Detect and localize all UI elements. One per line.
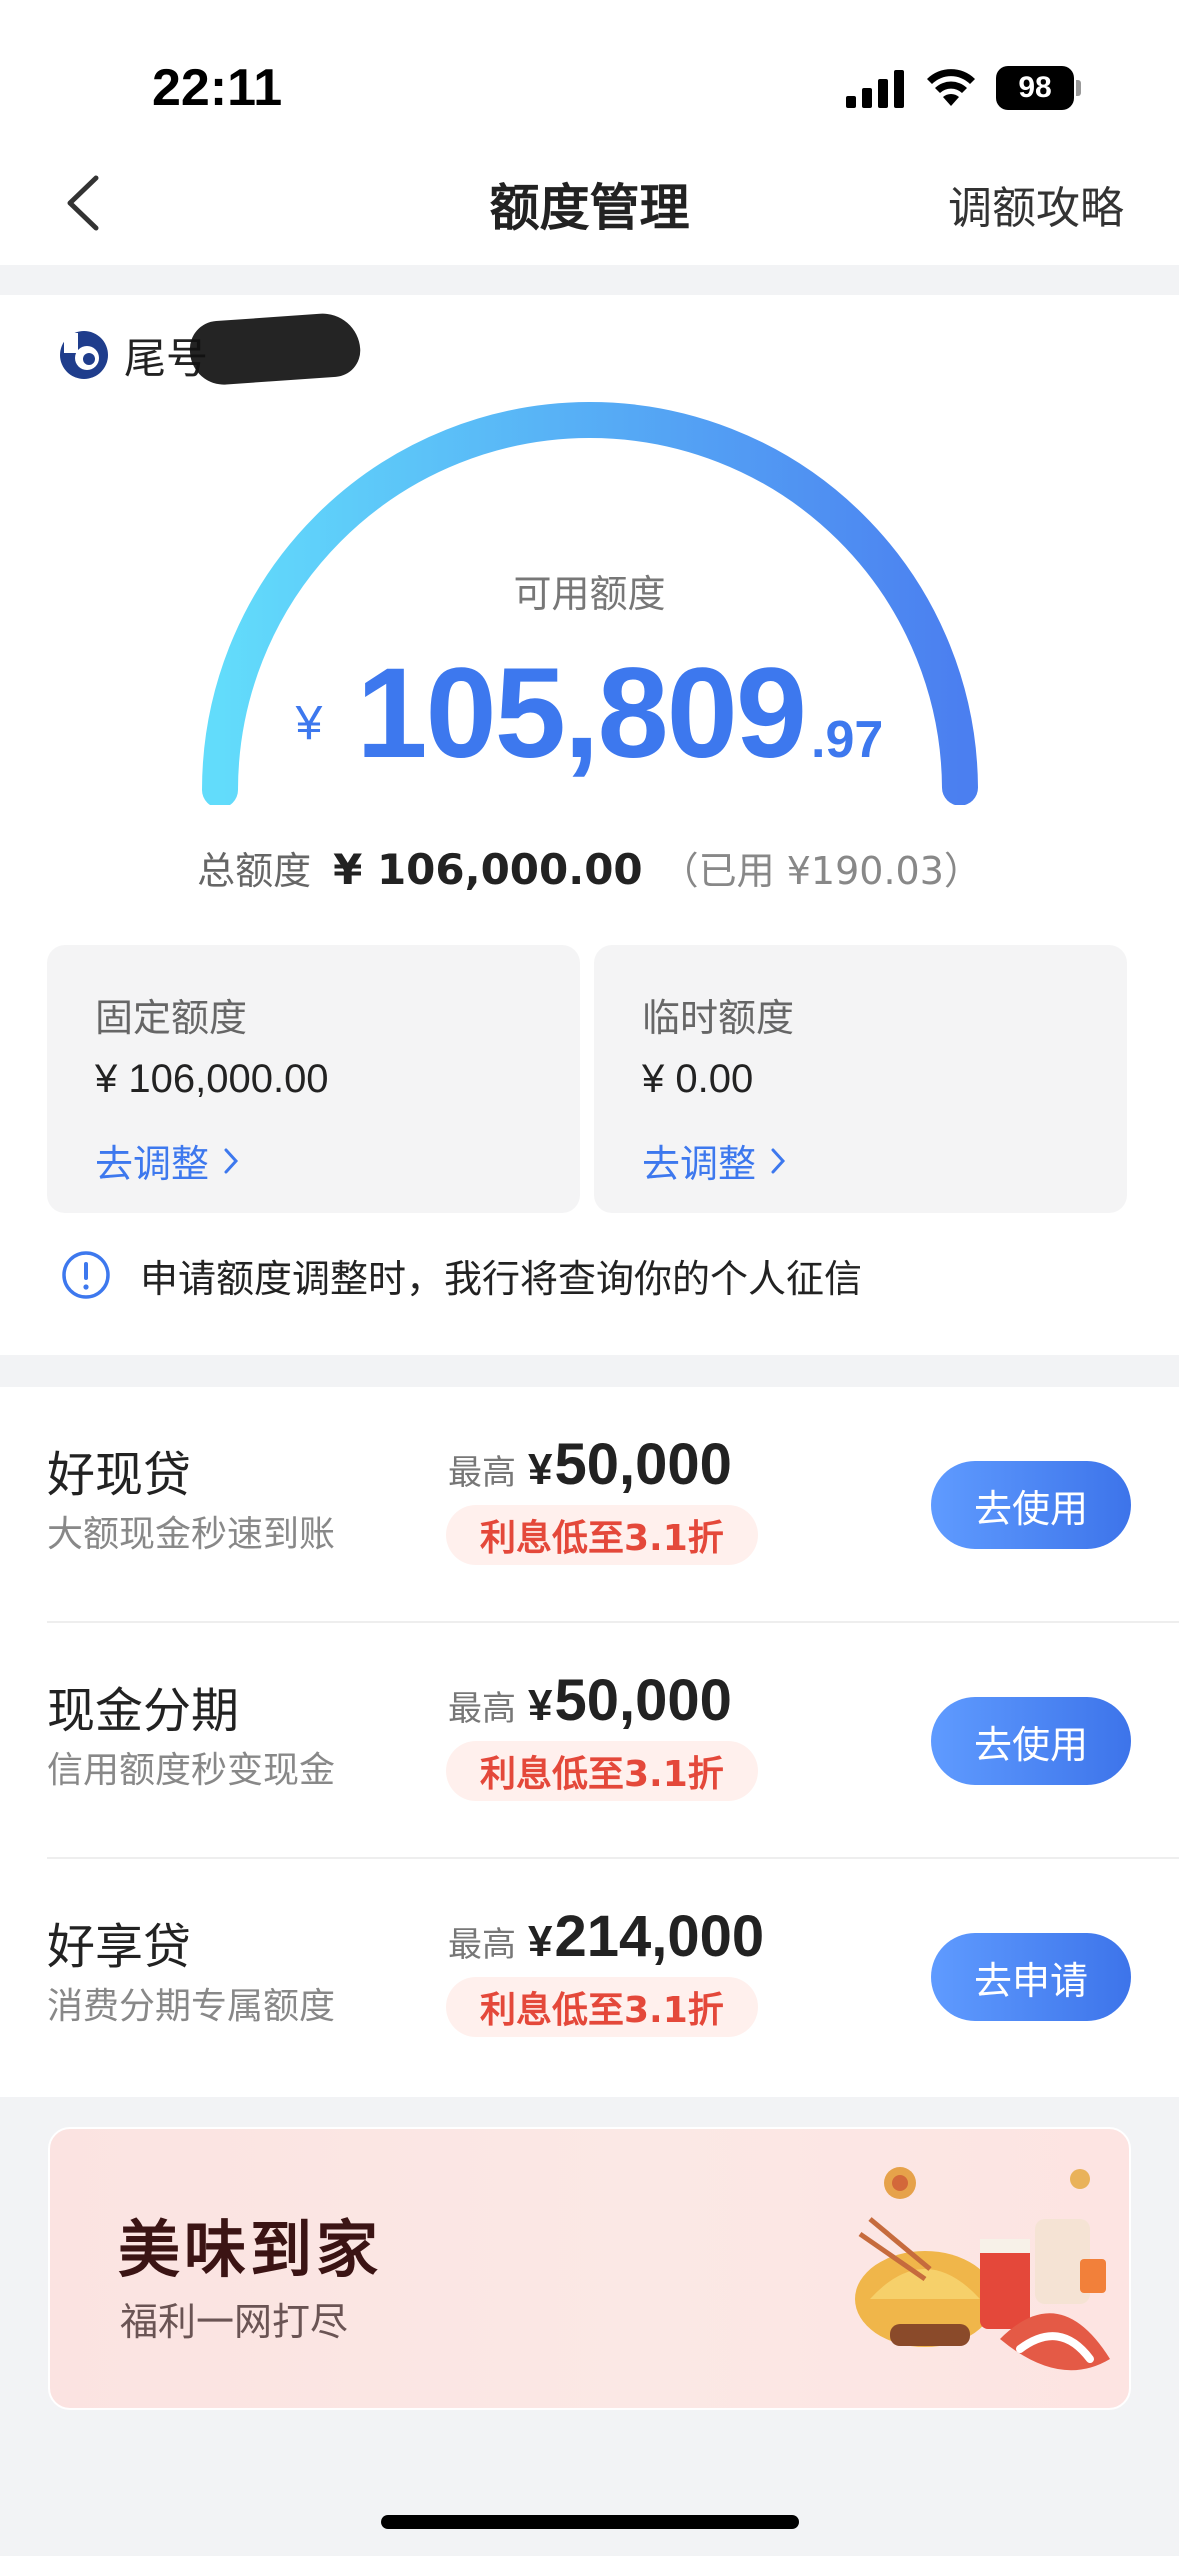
available-currency: ¥ — [295, 697, 323, 750]
product-max-amount: 最高 ¥ 214,000 — [448, 1903, 764, 1970]
battery-cap — [1076, 80, 1081, 96]
total-limit-value: ¥ 106,000.00 — [333, 845, 643, 894]
battery-icon: 98 — [996, 66, 1074, 110]
credit-limit-card: 尾号 可用额度 ¥105,809.97 总额度 ¥ 106,000.00 （已用 ¥… — [0, 295, 1179, 1355]
max-label: 最高 — [448, 1453, 516, 1493]
max-label: 最高 — [448, 1689, 516, 1729]
product-name: 好现贷 — [47, 1447, 192, 1503]
fixed-limit-title: 固定额度 — [95, 996, 248, 1040]
fixed-limit-card: 固定额度 ¥ 106,000.00 去调整 — [47, 945, 580, 1213]
use-button[interactable]: 去使用 — [931, 1461, 1131, 1549]
adjust-fixed-link[interactable]: 去调整 — [95, 1133, 241, 1188]
max-value: 50,000 — [554, 1432, 732, 1497]
product-max-amount: 最高 ¥ 50,000 — [448, 1431, 732, 1498]
max-currency: ¥ — [528, 1445, 553, 1494]
adjust-temporary-link[interactable]: 去调整 — [642, 1133, 788, 1188]
fixed-limit-value: ¥ 106,000.00 — [95, 1057, 329, 1101]
status-bar: 22:11 98 — [0, 0, 1179, 150]
banner-title: 美味到家 — [118, 2213, 383, 2286]
chevron-right-icon — [771, 1148, 786, 1173]
cellular-signal-icon — [846, 70, 904, 108]
use-button[interactable]: 去使用 — [931, 1697, 1131, 1785]
promo-banner[interactable]: 美味到家 福利一网打尽 — [48, 2127, 1131, 2410]
max-currency: ¥ — [528, 1681, 553, 1730]
chevron-right-icon — [224, 1148, 239, 1173]
available-limit-amount: ¥105,809.97 — [0, 640, 1179, 787]
product-name: 好享贷 — [47, 1919, 192, 1975]
temporary-limit-value: ¥ 0.00 — [642, 1057, 754, 1101]
product-max-amount: 最高 ¥ 50,000 — [448, 1667, 732, 1734]
product-row[interactable]: 好享贷 消费分期专属额度 最高 ¥ 214,000 利息低至3.1折 去申请 — [0, 1859, 1179, 2095]
wifi-icon — [927, 69, 975, 106]
status-time: 22:11 — [152, 59, 283, 117]
available-decimal: .97 — [811, 711, 884, 769]
total-limit-label: 总额度 — [197, 849, 312, 893]
product-desc: 消费分期专属额度 — [47, 1986, 336, 2027]
product-desc: 大额现金秒速到账 — [47, 1514, 336, 1555]
total-limit-line: 总额度 ¥ 106,000.00 （已用 ¥190.03） — [0, 840, 1179, 895]
max-label: 最高 — [448, 1925, 516, 1965]
interest-badge: 利息低至3.1折 — [446, 1505, 758, 1565]
available-limit-label: 可用额度 — [513, 572, 666, 616]
product-row[interactable]: 好现贷 大额现金秒速到账 最高 ¥ 50,000 利息低至3.1折 去使用 — [0, 1387, 1179, 1623]
loan-products-list: 好现贷 大额现金秒速到账 最高 ¥ 50,000 利息低至3.1折 去使用 现金… — [0, 1387, 1179, 2097]
limit-guide-link[interactable]: 调额攻略 — [948, 172, 1124, 236]
home-indicator — [381, 2515, 799, 2529]
product-name: 现金分期 — [47, 1683, 240, 1739]
available-integer: 105,809 — [356, 642, 807, 785]
adjust-fixed-label: 去调整 — [95, 1142, 210, 1186]
info-icon — [62, 1251, 110, 1299]
used-amount: （已用 ¥190.03） — [660, 849, 982, 893]
notice-text: 申请额度调整时，我行将查询你的个人征信 — [140, 1256, 863, 1301]
temporary-limit-card: 临时额度 ¥ 0.00 去调整 — [594, 945, 1127, 1213]
product-desc: 信用额度秒变现金 — [47, 1750, 336, 1791]
max-value: 214,000 — [554, 1904, 765, 1969]
product-row[interactable]: 现金分期 信用额度秒变现金 最高 ¥ 50,000 利息低至3.1折 去使用 — [0, 1623, 1179, 1859]
adjust-temporary-label: 去调整 — [642, 1142, 757, 1186]
max-value: 50,000 — [554, 1668, 732, 1733]
max-currency: ¥ — [528, 1917, 553, 1966]
banner-subtitle: 福利一网打尽 — [120, 2300, 349, 2344]
temporary-limit-title: 临时额度 — [642, 996, 795, 1040]
apply-button[interactable]: 去申请 — [931, 1933, 1131, 2021]
credit-check-notice: 申请额度调整时，我行将查询你的个人征信 — [60, 1245, 862, 1305]
bank-logo-icon — [60, 331, 108, 379]
interest-badge: 利息低至3.1折 — [446, 1977, 758, 2037]
food-illustration-icon — [855, 2167, 1110, 2371]
interest-badge: 利息低至3.1折 — [446, 1741, 758, 1801]
nav-bar: 额度管理 调额攻略 — [0, 150, 1179, 265]
